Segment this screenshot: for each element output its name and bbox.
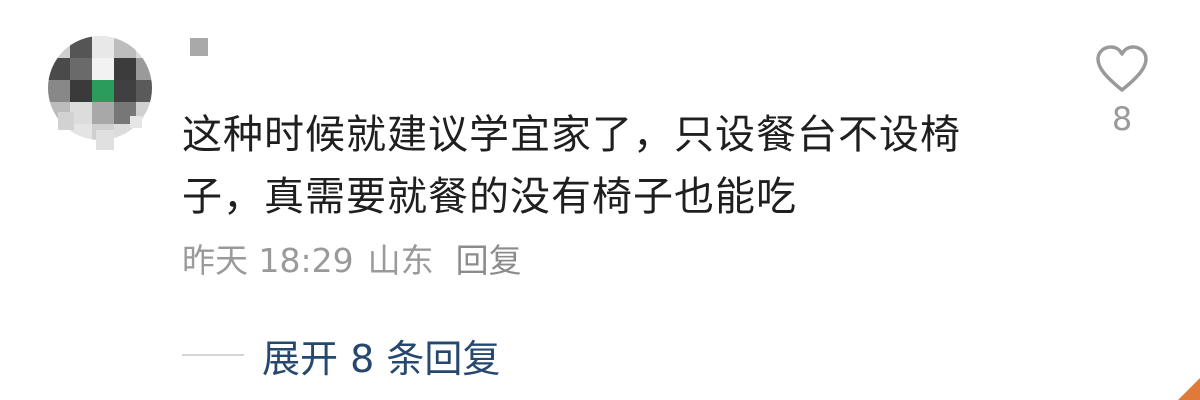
comment-text: 这种时候就建议学宜家了，只设餐台不设椅子，真需要就餐的没有椅子也能吃 xyxy=(182,112,961,220)
reply-button[interactable]: 回复 xyxy=(456,234,522,282)
username-redacted[interactable] xyxy=(190,38,208,56)
comment-meta: 昨天 18:29 山东 回复 xyxy=(182,236,522,280)
expand-replies-row: 展开 8 条回复 xyxy=(182,328,500,383)
comment-date: 昨天 18:29 xyxy=(182,241,354,280)
corner-decoration xyxy=(1178,378,1200,400)
like-button[interactable]: 8 xyxy=(1090,44,1154,138)
comment-location: 山东 xyxy=(367,241,434,280)
divider-line xyxy=(182,354,244,356)
like-count: 8 xyxy=(1111,100,1133,138)
comment-item: 这种时候就建议学宜家了，只设餐台不设椅子，真需要就餐的没有椅子也能吃 昨天 18… xyxy=(0,0,1200,400)
expand-replies-button[interactable]: 展开 8 条回复 xyxy=(262,328,500,383)
heart-outline-icon xyxy=(1096,45,1148,92)
